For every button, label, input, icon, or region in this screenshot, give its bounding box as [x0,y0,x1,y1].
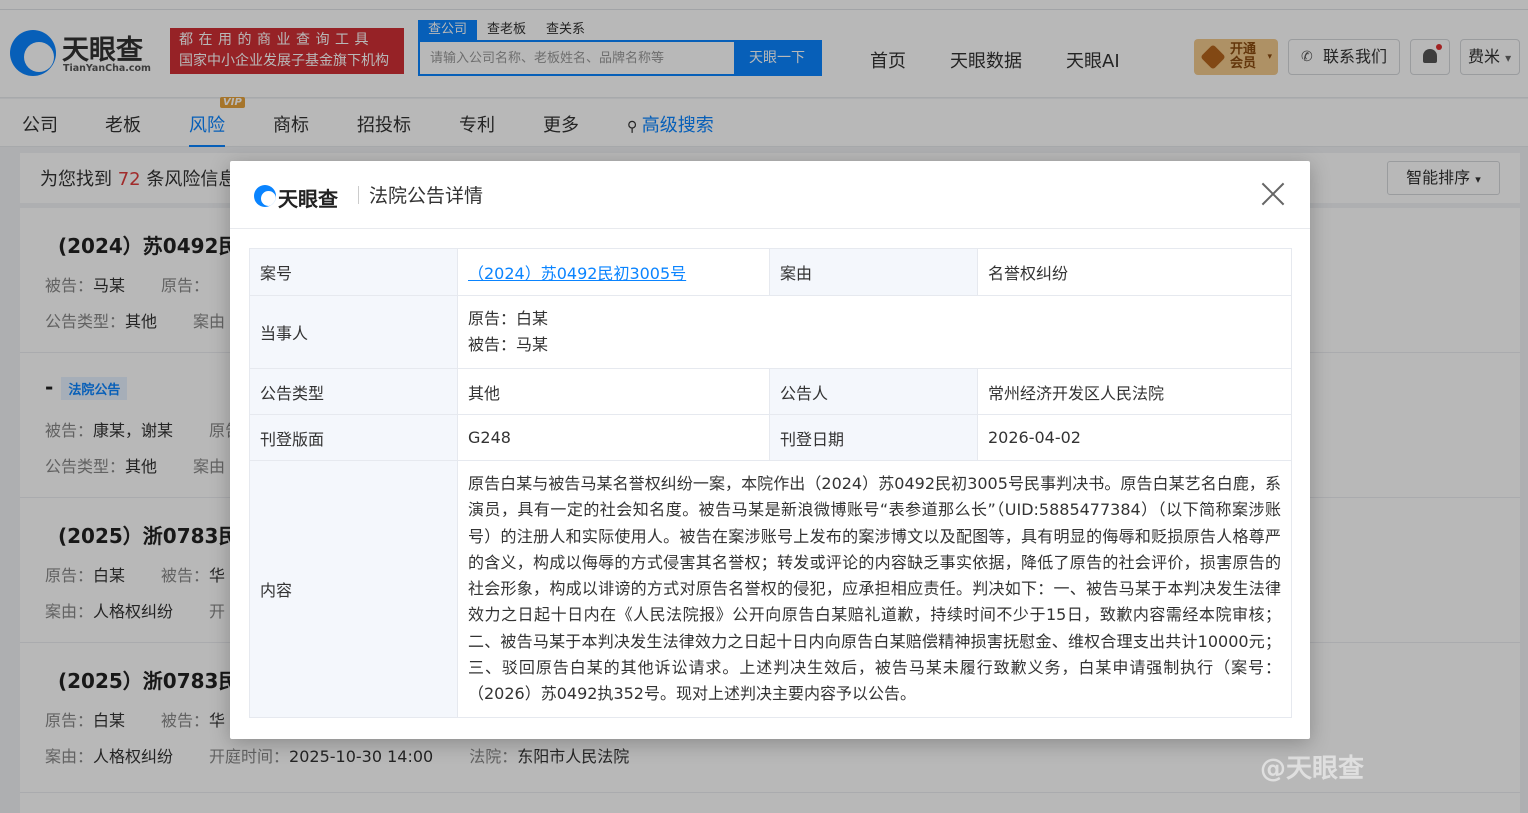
case-no-link[interactable]: （2024）苏0492民初3005号 [468,264,686,283]
divider [358,186,359,204]
date-value: 2026-04-02 [977,414,1292,461]
modal-logo-name: 天眼查 [278,187,338,211]
close-icon[interactable] [1260,181,1286,207]
modal-title: 法院公告详情 [369,185,484,207]
page-value: G248 [457,414,770,461]
cause-value: 名誉权纠纷 [977,248,1292,296]
party-label: 当事人 [249,295,458,369]
party-value: 原告：白某被告：马某 [457,295,1292,369]
table-row: 当事人 原告：白某被告：马某 [249,295,1292,369]
modal-logo: 天眼查 [254,183,350,211]
content-value: 原告白某与被告马某名誉权纠纷一案，本院作出（2024）苏0492民初3005号民… [457,460,1292,718]
table-row: 案号 （2024）苏0492民初3005号 案由 名誉权纠纷 [249,248,1292,296]
modal-header: 天眼查 法院公告详情 [230,161,1310,229]
plaintiff: 原告：白某 [468,309,549,328]
date-label: 刊登日期 [769,414,978,461]
defendant: 被告：马某 [468,335,549,354]
type-value: 其他 [457,368,770,415]
cause-label: 案由 [769,248,978,296]
notice-detail-table: 案号 （2024）苏0492民初3005号 案由 名誉权纠纷 当事人 原告：白某… [249,248,1292,718]
court-notice-modal: 天眼查 法院公告详情 案号 （2024）苏0492民初3005号 案由 名誉权纠… [230,161,1310,739]
eye-logo-icon [254,185,276,207]
table-row: 公告类型 其他 公告人 常州经济开发区人民法院 [249,368,1292,415]
announcer-value: 常州经济开发区人民法院 [977,368,1292,415]
table-row: 刊登版面 G248 刊登日期 2026-04-02 [249,414,1292,461]
type-label: 公告类型 [249,368,458,415]
case-no-label: 案号 [249,248,458,296]
case-no-cell: （2024）苏0492民初3005号 [457,248,770,296]
watermark: @天眼查 [1260,754,1365,784]
content-label: 内容 [249,460,458,718]
announcer-label: 公告人 [769,368,978,415]
table-row: 内容 原告白某与被告马某名誉权纠纷一案，本院作出（2024）苏0492民初300… [249,460,1292,718]
page-label: 刊登版面 [249,414,458,461]
